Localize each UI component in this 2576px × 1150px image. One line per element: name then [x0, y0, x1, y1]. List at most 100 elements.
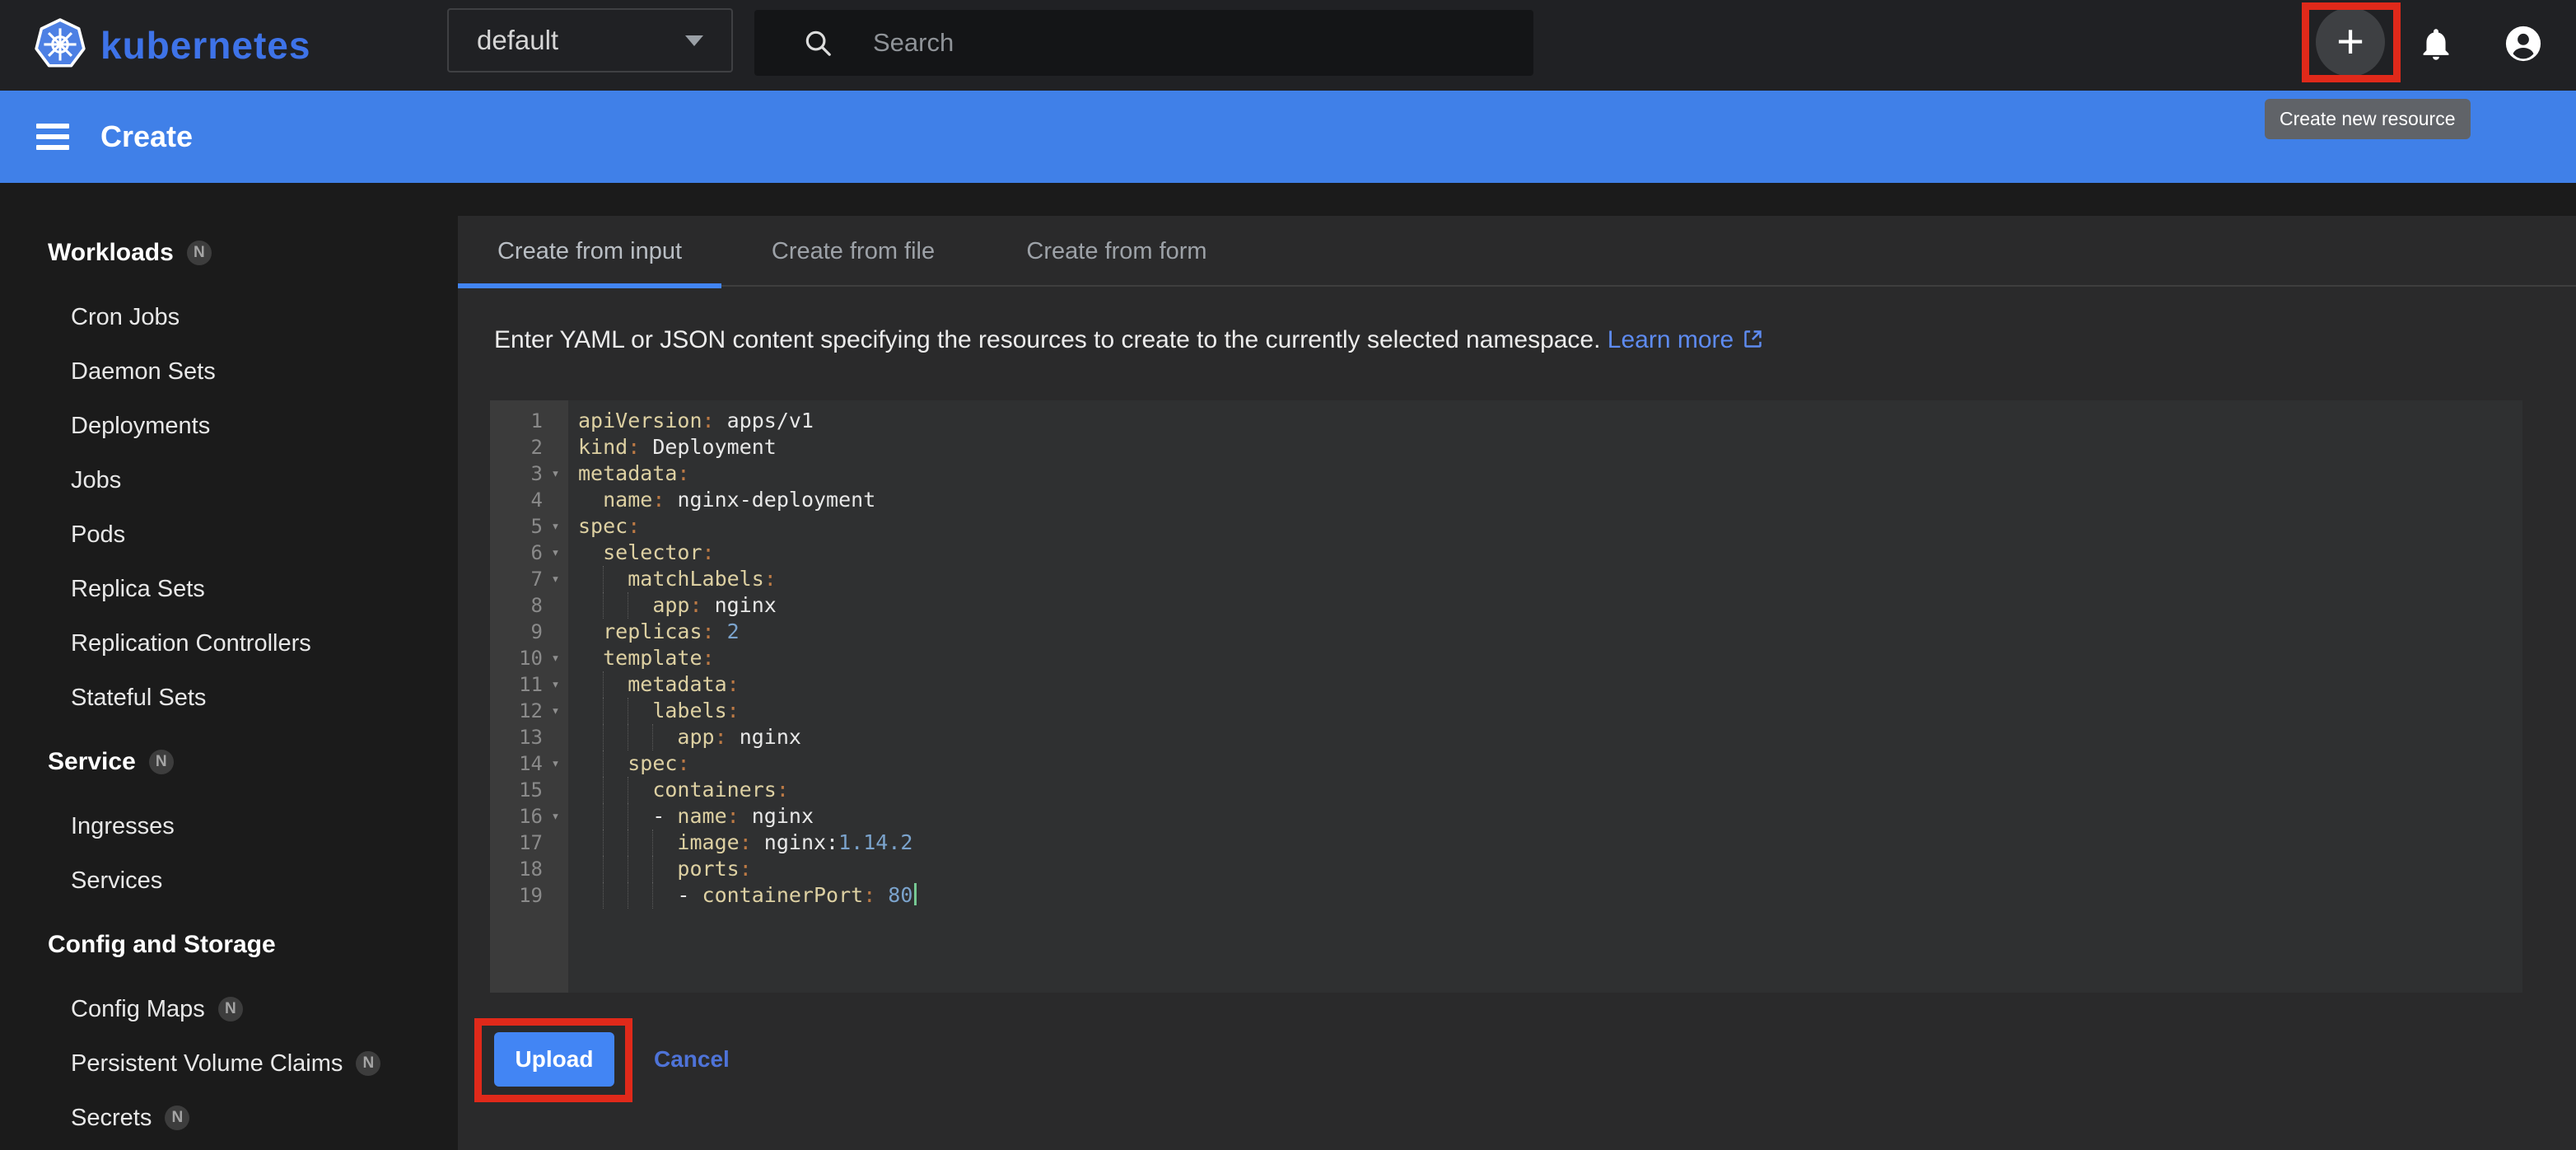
fold-toggle-icon[interactable]: ▾	[543, 750, 568, 777]
cancel-button[interactable]: Cancel	[654, 1032, 730, 1087]
fold-toggle-icon[interactable]: ▾	[543, 645, 568, 671]
code-text: ports:	[568, 856, 2522, 882]
line-number: 2	[490, 434, 543, 460]
token-plain	[578, 488, 603, 512]
create-content-card: Create from input Create from fileCreate …	[458, 216, 2576, 1150]
yaml-code-editor[interactable]: 1apiVersion: apps/v12kind: Deployment3▾m…	[490, 400, 2522, 993]
line-number: 15	[490, 777, 543, 803]
sidebar-item-secrets[interactable]: Secrets N	[0, 1091, 458, 1145]
sidebar-header-label: Config and Storage	[48, 931, 276, 959]
line-number: 16	[490, 803, 543, 830]
create-new-resource-button[interactable]: +	[2316, 7, 2385, 77]
sidebar-header-config-and-storage[interactable]: Config and Storage	[0, 918, 458, 972]
sidebar-item-persistent-volume-claims[interactable]: Persistent Volume ClaimsN	[0, 1036, 458, 1091]
indent-guide	[603, 592, 604, 619]
sidebar-item-replica-sets[interactable]: Replica Sets	[0, 562, 458, 616]
token-key: apiVersion	[578, 409, 702, 432]
tab-create-from-input[interactable]: Create from input	[458, 216, 721, 287]
token-key: name	[677, 804, 726, 828]
fold-spacer	[543, 408, 568, 434]
learn-more-link[interactable]: Learn more	[1608, 326, 1734, 353]
sidebar-item-pods[interactable]: Pods	[0, 507, 458, 562]
tab-create-from-form[interactable]: Create from form	[985, 216, 1248, 287]
indent-guide	[652, 882, 653, 909]
indent-guide	[603, 724, 604, 750]
active-tab-indicator	[458, 283, 721, 288]
sidebar-item-deployments[interactable]: Deployments	[0, 399, 458, 453]
upload-button[interactable]: Upload	[494, 1032, 614, 1087]
code-line: 6▾ selector:	[490, 540, 2522, 566]
token-colon: :	[863, 883, 875, 907]
sidebar-section-workloads: WorkloadsN Cron JobsDaemon SetsDeployment…	[0, 226, 458, 725]
sidebar-item-label: Persistent Volume Claims	[71, 1050, 343, 1078]
indent-guide	[652, 724, 653, 750]
indent-guide	[603, 856, 604, 882]
plus-icon: +	[2336, 18, 2364, 66]
chevron-down-icon	[685, 35, 703, 46]
fold-spacer	[543, 830, 568, 856]
code-text: image: nginx:1.14.2	[568, 830, 2522, 856]
token-plain: nginx-deployment	[665, 488, 875, 512]
line-number: 7	[490, 566, 543, 592]
sidebar-item-config-maps[interactable]: Config MapsN	[0, 982, 458, 1036]
tab-create-from-file[interactable]: Create from file	[721, 216, 985, 287]
token-colon: :	[677, 751, 689, 775]
tooltip-create-new-resource: Create new resource	[2265, 99, 2471, 139]
sidebar-item-jobs[interactable]: Jobs	[0, 453, 458, 507]
notifications-bell-icon[interactable]	[2418, 26, 2454, 63]
code-line: 11▾ metadata:	[490, 671, 2522, 698]
indent-guide	[603, 566, 604, 592]
fold-toggle-icon[interactable]: ▾	[543, 803, 568, 830]
token-colon: :	[727, 804, 740, 828]
token-colon: :	[764, 567, 777, 591]
sidebar-section-service: ServiceN IngressesServices	[0, 735, 458, 908]
sidebar-item-replication-controllers[interactable]: Replication Controllers	[0, 616, 458, 671]
fold-toggle-icon[interactable]: ▾	[543, 460, 568, 487]
token-plain: nginx	[702, 593, 777, 617]
code-text: name: nginx-deployment	[568, 487, 2522, 513]
token-plain	[578, 540, 603, 564]
kubernetes-logo[interactable]: kubernetes	[33, 18, 310, 72]
fold-toggle-icon[interactable]: ▾	[543, 671, 568, 698]
code-line: 16▾ - name: nginx	[490, 803, 2522, 830]
fold-toggle-icon[interactable]: ▾	[543, 566, 568, 592]
line-number: 14	[490, 750, 543, 777]
line-number: 4	[490, 487, 543, 513]
sidebar-header-workloads[interactable]: WorkloadsN	[0, 226, 458, 280]
sidebar-nav: WorkloadsN Cron JobsDaemon SetsDeployment…	[0, 183, 458, 1150]
token-key: spec	[578, 514, 628, 538]
account-avatar-icon[interactable]	[2504, 25, 2542, 63]
fold-toggle-icon[interactable]: ▾	[543, 698, 568, 724]
menu-hamburger-icon[interactable]	[36, 124, 69, 156]
token-colon: :	[727, 672, 740, 696]
sidebar-item-stateful-sets[interactable]: Stateful Sets	[0, 671, 458, 725]
code-text: metadata:	[568, 671, 2522, 698]
token-key: metadata	[578, 461, 677, 485]
sidebar-item-ingresses[interactable]: Ingresses	[0, 799, 458, 853]
token-plain	[578, 646, 603, 670]
new-badge: N	[165, 1106, 189, 1130]
fold-toggle-icon[interactable]: ▾	[543, 513, 568, 540]
token-key: image	[677, 830, 739, 854]
token-key: spec	[628, 751, 677, 775]
code-line: 19 - containerPort: 80	[490, 882, 2522, 909]
token-num: 80	[875, 883, 912, 907]
page-header: Create	[0, 91, 2576, 183]
search-placeholder: Search	[873, 28, 954, 58]
namespace-selector[interactable]: default	[447, 8, 733, 72]
token-key: name	[603, 488, 652, 512]
fold-toggle-icon[interactable]: ▾	[543, 540, 568, 566]
indent-guide	[603, 830, 604, 856]
sidebar-header-service[interactable]: ServiceN	[0, 735, 458, 789]
token-key: kind	[578, 435, 628, 459]
search-input[interactable]: Search	[754, 10, 1533, 76]
sidebar-item-services[interactable]: Services	[0, 853, 458, 908]
sidebar-item-cron-jobs[interactable]: Cron Jobs	[0, 290, 458, 344]
sidebar-item-label: Secrets	[71, 1105, 152, 1132]
text-cursor	[914, 883, 917, 905]
tab-label: Create from input	[497, 238, 682, 265]
sidebar-item-daemon-sets[interactable]: Daemon Sets	[0, 344, 458, 399]
line-number: 1	[490, 408, 543, 434]
sidebar-header-label: Service	[48, 748, 136, 776]
line-number: 8	[490, 592, 543, 619]
